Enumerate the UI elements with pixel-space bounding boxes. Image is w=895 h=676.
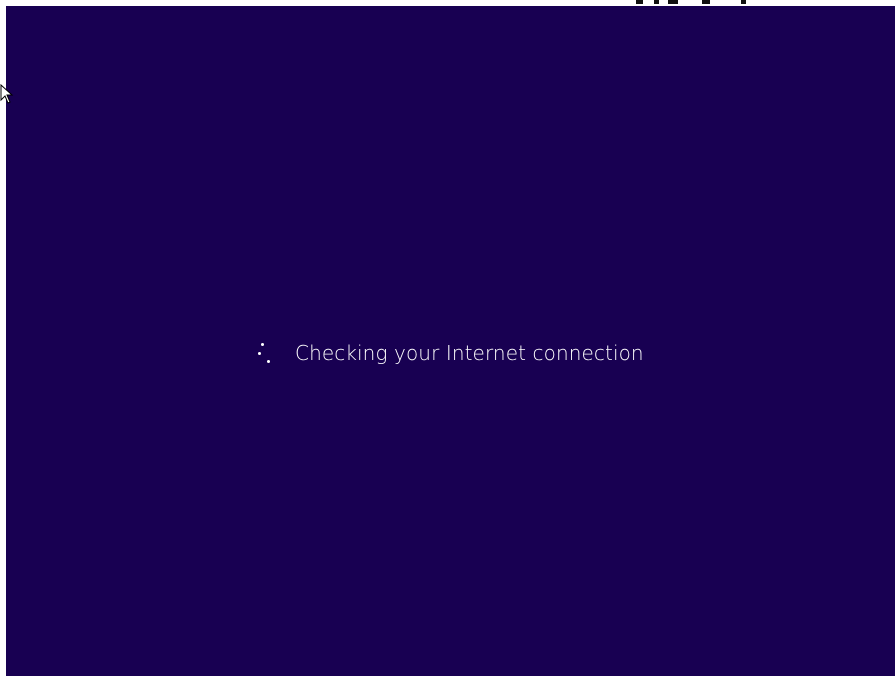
- mouse-pointer-icon: [0, 84, 14, 104]
- spinner-dot: [267, 360, 270, 363]
- loading-spinner-icon: [249, 339, 273, 367]
- status-row: Checking your Internet connection: [249, 336, 644, 370]
- status-message: Checking your Internet connection: [295, 341, 644, 365]
- setup-screen: Checking your Internet connection: [6, 6, 895, 676]
- top-edge-artifact: [636, 0, 643, 4]
- top-edge-artifact: [654, 0, 659, 4]
- spinner-dot: [258, 352, 261, 355]
- top-edge-artifact: [668, 0, 678, 4]
- top-edge-artifact: [741, 0, 746, 4]
- spinner-dot: [261, 343, 264, 346]
- top-edge-artifact: [702, 0, 710, 4]
